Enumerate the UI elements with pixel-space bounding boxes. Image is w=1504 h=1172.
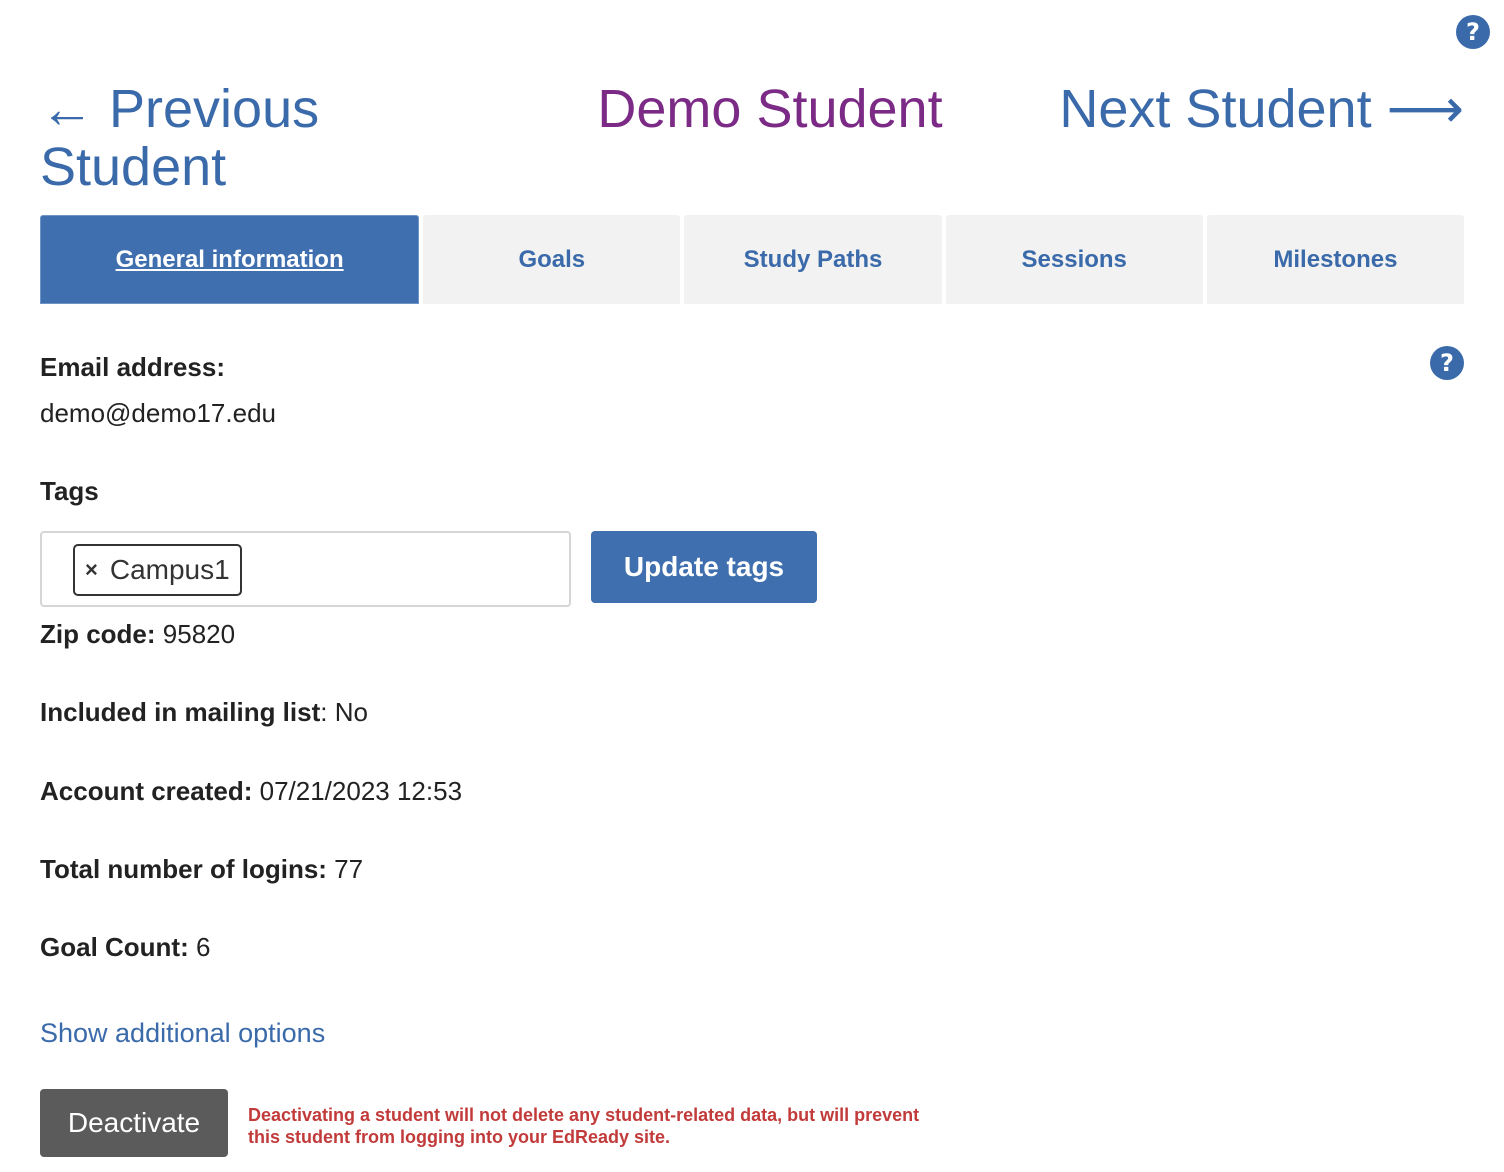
show-additional-options-link[interactable]: Show additional options xyxy=(40,1018,325,1049)
section-help-icon[interactable]: ? xyxy=(1430,346,1464,380)
mailing-list-row: Included in mailing list: No xyxy=(40,697,368,728)
tab-goals[interactable]: Goals xyxy=(423,215,681,304)
deactivate-warning: Deactivating a student will not delete a… xyxy=(248,1105,920,1147)
email-value: demo@demo17.edu xyxy=(40,398,276,428)
update-tags-button[interactable]: Update tags xyxy=(591,531,817,603)
goal-count-row: Goal Count: 6 xyxy=(40,932,210,963)
logins-row: Total number of logins: 77 xyxy=(40,854,363,885)
student-name-title: Demo Student xyxy=(597,79,943,139)
zip-code-label: Zip code: xyxy=(40,619,156,649)
zip-code-row: Zip code: 95820 xyxy=(40,619,235,650)
next-student-link[interactable]: Next Student ⟶ xyxy=(1044,80,1464,138)
tab-general-information[interactable]: General information xyxy=(40,215,420,304)
tags-input[interactable]: × Campus1 xyxy=(40,531,571,607)
tab-sessions[interactable]: Sessions xyxy=(945,215,1203,304)
deactivate-button[interactable]: Deactivate xyxy=(40,1089,228,1157)
logins-value: 77 xyxy=(326,854,364,884)
account-created-value: 07/21/2023 12:53 xyxy=(252,776,463,806)
goal-count-label: Goal Count: xyxy=(40,932,189,962)
tag-remove-icon[interactable]: × xyxy=(85,557,98,583)
tag-text: Campus1 xyxy=(109,554,230,585)
zip-code-value: 95820 xyxy=(155,619,236,649)
previous-student-link[interactable]: ← Previous Student xyxy=(40,80,380,196)
mailing-list-label: Included in mailing list xyxy=(40,697,321,727)
mailing-list-value: : No xyxy=(320,697,368,727)
tags-label: Tags xyxy=(40,476,99,506)
logins-label: Total number of logins: xyxy=(40,854,327,884)
tab-study-paths[interactable]: Study Paths xyxy=(684,215,942,304)
account-created-label: Account created: xyxy=(40,776,253,806)
goal-count-value: 6 xyxy=(188,932,211,962)
email-label: Email address: xyxy=(40,352,225,382)
account-created-row: Account created: 07/21/2023 12:53 xyxy=(40,776,462,807)
help-icon[interactable]: ? xyxy=(1456,15,1490,49)
student-navigation: ← Previous Student Demo Student Next Stu… xyxy=(40,80,1464,200)
tag-chip: × Campus1 xyxy=(73,544,242,596)
tab-milestones[interactable]: Milestones xyxy=(1206,215,1465,304)
tab-bar: General information Goals Study Paths Se… xyxy=(40,215,1465,304)
